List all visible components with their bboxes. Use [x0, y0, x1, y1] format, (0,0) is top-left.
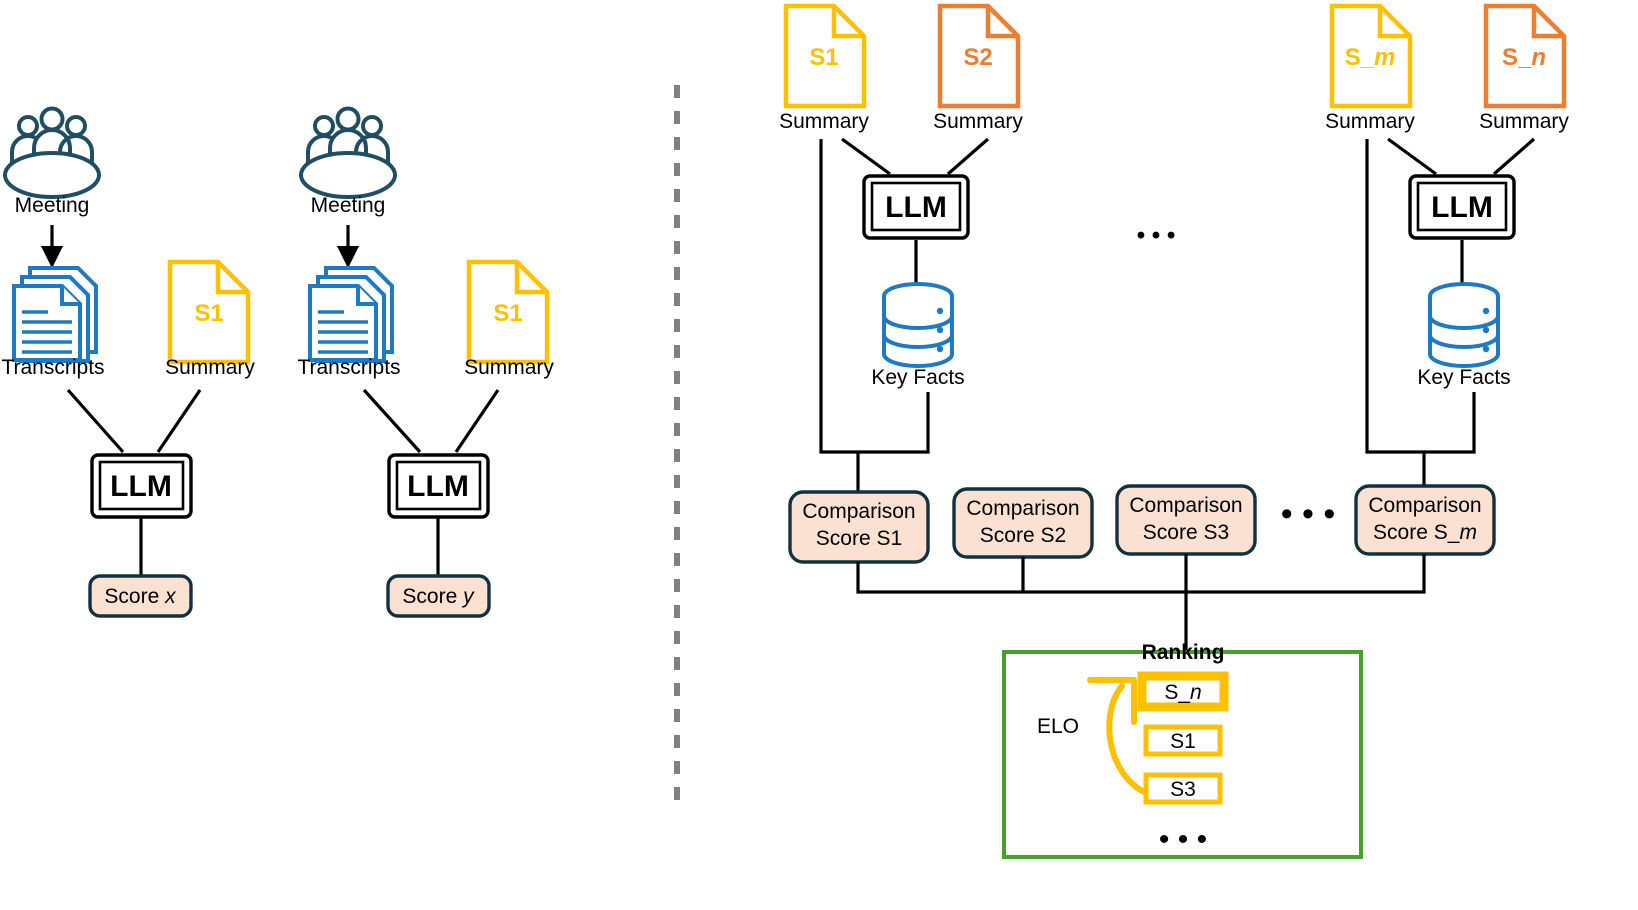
- comparison-score-4-line1: Comparison: [1368, 494, 1481, 517]
- c1-left-doc-down-line: [819, 139, 860, 515]
- c2-right-tag-it: n: [1531, 44, 1546, 71]
- comparison-score-1-line1: Comparison: [802, 500, 915, 523]
- score-label-1: Score x: [104, 585, 177, 608]
- comparison-score-3-line2: Score S3: [1143, 521, 1229, 544]
- cluster1-left-doc-tag: S1: [809, 44, 838, 71]
- meeting-icon-2: [299, 106, 397, 199]
- c2-key-facts-db-icon: [1428, 282, 1500, 368]
- summary-tag-1: S1: [194, 300, 223, 327]
- transcripts-to-llm-line-2: [362, 388, 422, 454]
- ranking-title: Ranking: [1142, 641, 1225, 664]
- c1-key-facts-label: Key Facts: [871, 366, 964, 389]
- right-cluster-2: S_m Summary S_n Summary LLM Key Facts: [1325, 3, 1569, 512]
- right-cluster-1: S1 Summary S2 Summary LLM Key Facts: [779, 3, 1023, 515]
- summary-to-llm-line-2: [454, 389, 500, 453]
- transcripts-icon-2: [308, 266, 394, 363]
- c2-db-down-line: [1424, 392, 1476, 454]
- comparison-score-1-line2: Score S1: [816, 527, 902, 550]
- ranking-ellipsis: • • •: [1159, 823, 1207, 856]
- cs1-l2: Score S1: [816, 527, 902, 550]
- c2-left-tag-it: m: [1374, 44, 1395, 71]
- transcripts-icon-1: [12, 266, 98, 363]
- score-var-2: y: [461, 585, 475, 608]
- figure-canvas: Meeting Transcripts S1 Summary LLM Score…: [0, 0, 1638, 910]
- c2-left-tag: S_: [1345, 44, 1375, 71]
- c1-db-down-line: [858, 392, 930, 454]
- elo-label: ELO: [1037, 715, 1079, 738]
- ranking-item-label-2: S1: [1170, 730, 1196, 753]
- rank1-txt: S_: [1164, 681, 1190, 704]
- summary-label-1: Summary: [165, 356, 255, 379]
- transcripts-to-llm-line-1: [66, 388, 125, 454]
- meeting-label-2: Meeting: [311, 194, 386, 217]
- meeting-label-1: Meeting: [15, 194, 90, 217]
- score-prefix-2: Score: [402, 585, 463, 608]
- c2-right-tag: S_: [1502, 44, 1532, 71]
- comparison-score-3-line1: Comparison: [1129, 494, 1242, 517]
- comparison-score-2-line2: Score S2: [980, 524, 1066, 547]
- c1-key-facts-db-icon: [882, 282, 954, 368]
- cluster2-right-doc-tag: S_n: [1502, 44, 1546, 71]
- c2-key-facts-label: Key Facts: [1417, 366, 1510, 389]
- ranking-item-label-1: S_n: [1164, 681, 1201, 704]
- cs3-l2: Score S3: [1143, 521, 1229, 544]
- rank2-txt: S1: [1170, 730, 1196, 753]
- meeting-icon: [3, 106, 101, 199]
- c1-right-doc-to-llm-line: [946, 137, 990, 176]
- transcripts-label-1: Transcripts: [1, 356, 104, 379]
- c2-llm-label: LLM: [1431, 191, 1493, 224]
- left-group-2: Meeting Transcripts S1 Summary LLM Score…: [297, 106, 554, 618]
- c1-left-doc-to-llm-line: [841, 137, 891, 176]
- comparison-score-ellipsis: • • •: [1281, 495, 1336, 533]
- cluster1-right-doc-tag: S2: [963, 44, 992, 71]
- rank3-txt: S3: [1170, 778, 1196, 801]
- transcripts-label-2: Transcripts: [297, 356, 400, 379]
- comparison-score-4-line2: Score S_m: [1373, 521, 1477, 544]
- c1-left-tag: S1: [809, 44, 838, 71]
- cluster2-right-doc-label: Summary: [1479, 110, 1569, 133]
- score-prefix-1: Score: [104, 585, 165, 608]
- c1-right-tag: S2: [963, 44, 992, 71]
- cs4-l2: Score S_: [1373, 521, 1460, 544]
- comparison-score-2-line1: Comparison: [966, 497, 1079, 520]
- c1-llm-label: LLM: [885, 191, 947, 224]
- cluster1-right-doc-label: Summary: [933, 110, 1023, 133]
- rank1-it: n: [1190, 681, 1202, 704]
- c2-left-doc-to-llm-line: [1387, 137, 1437, 176]
- cluster-ellipsis: • • •: [1137, 222, 1176, 249]
- score-label-2: Score y: [402, 585, 475, 608]
- c2-right-doc-to-llm-line: [1492, 137, 1536, 176]
- cs4-l2-it: m: [1459, 521, 1477, 544]
- left-group-1: Meeting Transcripts S1 Summary LLM Score…: [1, 106, 255, 618]
- cluster2-left-doc-label: Summary: [1325, 110, 1415, 133]
- summary-label-2: Summary: [464, 356, 554, 379]
- cluster2-left-doc-tag: S_m: [1345, 44, 1396, 71]
- ranking-item-label-3: S3: [1170, 778, 1196, 801]
- llm-label-1: LLM: [110, 470, 172, 503]
- score-bus-line: [856, 554, 1426, 594]
- score-var-1: x: [164, 585, 177, 608]
- llm-label-2: LLM: [407, 470, 469, 503]
- summary-tag-2: S1: [493, 300, 522, 327]
- cs2-l2: Score S2: [980, 524, 1066, 547]
- cluster1-left-doc-label: Summary: [779, 110, 869, 133]
- summary-to-llm-line-1: [156, 389, 202, 453]
